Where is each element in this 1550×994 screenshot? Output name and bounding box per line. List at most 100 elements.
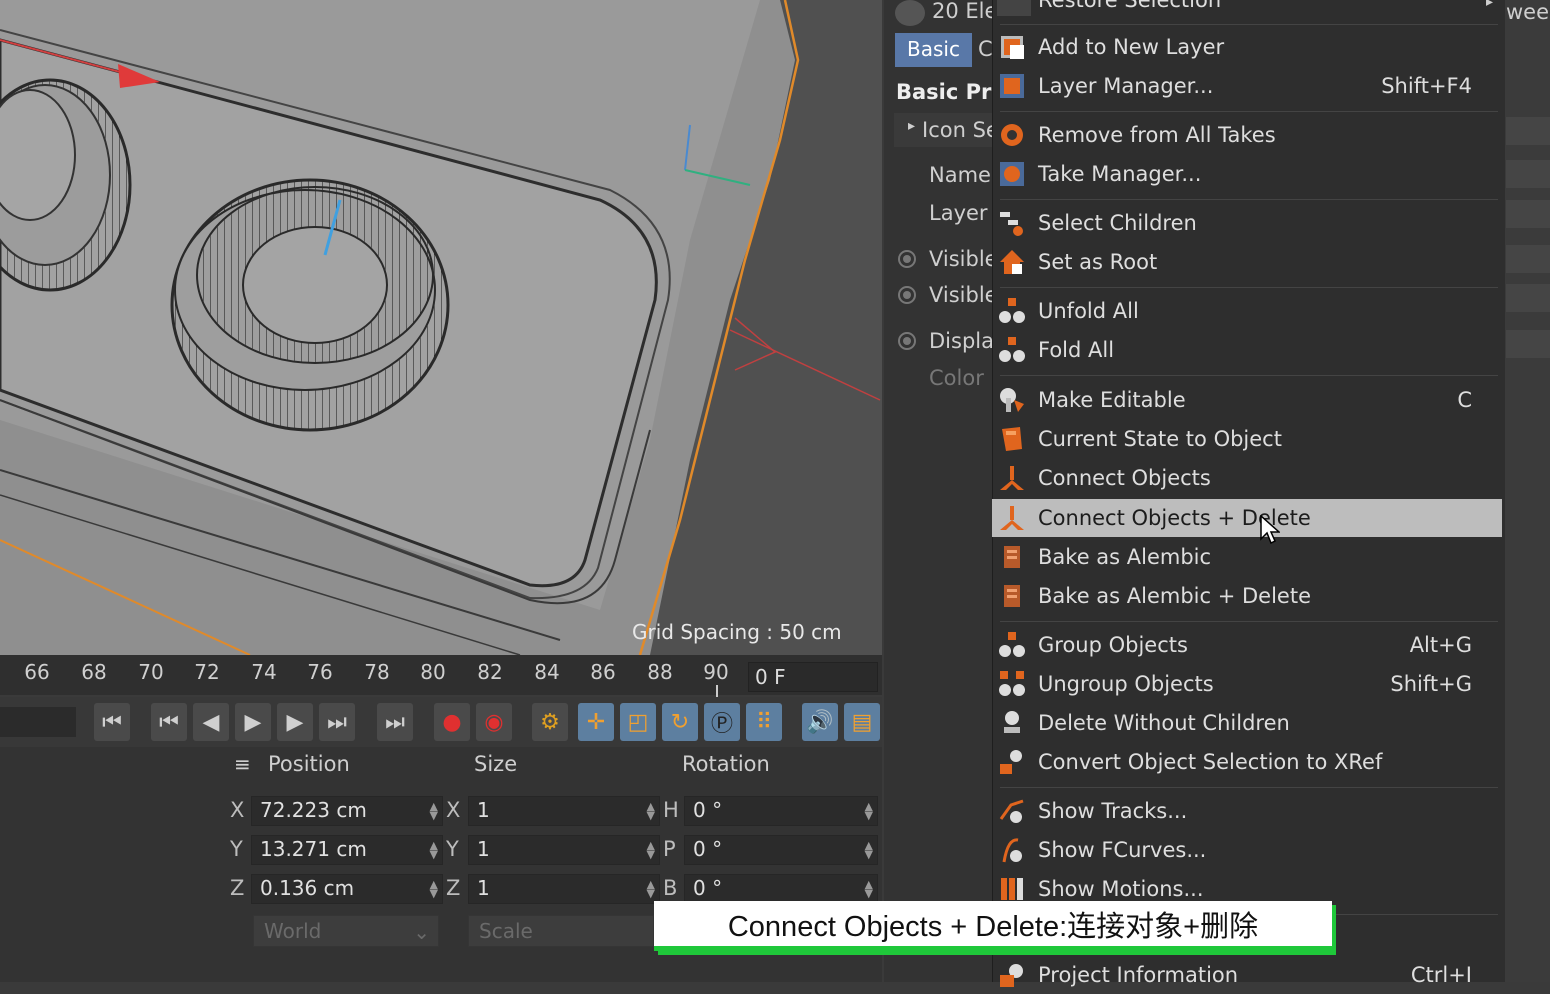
menu-item-fold-all[interactable]: Fold All <box>992 331 1502 369</box>
menu-item-make-editable[interactable]: Make Editable C <box>992 381 1502 419</box>
scale-key-icon[interactable]: ◰ <box>620 703 656 741</box>
rotate-key-icon[interactable]: ↻ <box>662 703 698 741</box>
move-key-icon[interactable]: ✛ <box>578 703 614 741</box>
size-z-field[interactable]: 1 ▲ ▼ <box>468 874 660 904</box>
grid-spacing-label: Grid Spacing : 50 cm <box>632 620 842 644</box>
spinner-icon[interactable]: ▲ ▼ <box>430 840 438 860</box>
record-keys-icon[interactable]: ● <box>434 703 470 741</box>
spinner-icon[interactable]: ▲ ▼ <box>430 801 438 821</box>
menu-item-connect-objects[interactable]: Connect Objects <box>992 459 1502 497</box>
radio-icon[interactable] <box>898 250 916 268</box>
tab-coord[interactable]: C <box>978 37 993 61</box>
video-caption: Connect Objects + Delete:连接对象+删除 <box>654 901 1332 951</box>
field-bar[interactable] <box>1506 160 1550 188</box>
prev-frame-icon[interactable]: ◀ <box>193 703 229 741</box>
spinner-icon[interactable]: ▲ ▼ <box>865 840 873 860</box>
menu-item-label: Show Tracks... <box>1038 799 1188 823</box>
menu-item-connect-objects-delete[interactable]: Connect Objects + Delete <box>992 499 1502 545</box>
spinner-icon[interactable]: ▲ ▼ <box>647 840 655 860</box>
menu-item-current-state-to-object[interactable]: Current State to Object <box>992 420 1502 458</box>
menu-item-add-to-new-layer[interactable]: Add to New Layer <box>992 28 1502 66</box>
menu-item-select-children[interactable]: Select Children <box>992 204 1502 242</box>
field-bar[interactable] <box>1506 117 1550 145</box>
size-z-value: 1 <box>477 876 490 900</box>
coord-system-select[interactable]: World ⌄ <box>253 915 439 947</box>
spinner-icon[interactable]: ▲ ▼ <box>865 879 873 899</box>
tab-basic[interactable]: Basic <box>895 33 972 67</box>
timeline-tick: 80 <box>420 660 446 684</box>
timeline-settings-icon[interactable]: ▤ <box>844 703 880 741</box>
menu-item-delete-without-children[interactable]: Delete Without Children <box>992 704 1502 742</box>
timeline-tick: 84 <box>534 660 560 684</box>
menu-item-shortcut: Shift+G <box>1390 672 1472 696</box>
menu-item-bake-as-alembic-delete[interactable]: Bake as Alembic + Delete <box>992 577 1502 615</box>
keyframe-selection-icon[interactable]: ⚙ <box>532 703 568 741</box>
parameter-key-icon[interactable]: Ⓟ <box>704 703 740 741</box>
position-y-field[interactable]: 13.271 cm ▲ ▼ <box>251 835 443 865</box>
triangle-right-icon: ▸ <box>1486 0 1494 10</box>
rot-p-label: P <box>663 837 676 861</box>
rotation-p-field[interactable]: 0 ° ▲ ▼ <box>684 835 878 865</box>
next-key-icon[interactable]: ⏭ <box>319 703 355 741</box>
go-to-end-icon[interactable]: ⏭ <box>377 703 413 741</box>
play-icon[interactable]: ▶ <box>235 703 271 741</box>
menu-item-label: Unfold All <box>1038 299 1139 323</box>
menu-item-show-tracks[interactable]: Show Tracks... <box>992 792 1502 830</box>
timeline-tick: 82 <box>477 660 503 684</box>
menu-item-take-manager[interactable]: Take Manager... <box>992 155 1502 193</box>
size-x-field[interactable]: 1 ▲ ▼ <box>468 796 660 826</box>
menu-item-layer-manager[interactable]: Layer Manager... Shift+F4 <box>992 67 1502 105</box>
triangle-right-icon[interactable]: ▸ <box>908 118 915 134</box>
position-x-field[interactable]: 72.223 cm ▲ ▼ <box>251 796 443 826</box>
viewport-scene <box>0 0 881 655</box>
size-y-field[interactable]: 1 ▲ ▼ <box>468 835 660 865</box>
menu-item-group-objects[interactable]: Group Objects Alt+G <box>992 626 1502 664</box>
menu-item-ungroup-objects[interactable]: Ungroup Objects Shift+G <box>992 665 1502 703</box>
field-bar[interactable] <box>1506 284 1550 312</box>
menu-item-convert-to-xref[interactable]: Convert Object Selection to XRef <box>992 743 1502 781</box>
point-level-icon[interactable]: ⠿ <box>746 703 782 741</box>
rotation-b-field[interactable]: 0 ° ▲ ▼ <box>684 874 878 904</box>
3d-viewport[interactable]: Grid Spacing : 50 cm <box>0 0 882 655</box>
position-z-field[interactable]: 0.136 cm ▲ ▼ <box>251 874 443 904</box>
menu-item-show-fcurves[interactable]: Show FCurves... <box>992 831 1502 869</box>
radio-icon[interactable] <box>898 286 916 304</box>
timeline-tick: 90 <box>703 660 729 684</box>
prev-key-icon[interactable]: ⏮ <box>151 703 187 741</box>
spinner-icon[interactable]: ▲ ▼ <box>647 879 655 899</box>
menu-item-bake-as-alembic[interactable]: Bake as Alembic <box>992 538 1502 576</box>
autokey-icon[interactable]: ◉ <box>476 703 512 741</box>
menu-item-label: Ungroup Objects <box>1038 672 1214 696</box>
menu-icon[interactable]: ≡ <box>234 752 251 776</box>
name-label: Name <box>929 163 991 187</box>
field-bar[interactable] <box>1506 245 1550 273</box>
project-info-icon <box>1000 964 1023 987</box>
go-to-start-icon[interactable]: ⏮ <box>94 703 130 741</box>
spinner-icon[interactable]: ▲ ▼ <box>865 801 873 821</box>
alembic-delete-icon <box>1004 585 1020 607</box>
field-bar[interactable] <box>1506 200 1550 228</box>
menu-item-unfold-all[interactable]: Unfold All <box>992 292 1502 330</box>
field-bar[interactable] <box>1506 330 1550 358</box>
min-frame-field[interactable] <box>0 707 76 737</box>
menu-item-label: Add to New Layer <box>1038 35 1225 59</box>
timeline-tick: 70 <box>138 660 164 684</box>
spinner-icon[interactable]: ▲ ▼ <box>430 879 438 899</box>
menu-item-set-as-root[interactable]: Set as Root <box>992 243 1502 281</box>
menu-item-remove-from-all-takes[interactable]: Remove from All Takes <box>992 116 1502 154</box>
coord-system-value: World <box>264 919 322 943</box>
rotation-p-value: 0 ° <box>693 837 723 861</box>
sound-icon[interactable]: 🔊 <box>802 703 838 741</box>
spinner-icon[interactable]: ▲ ▼ <box>647 801 655 821</box>
playhead[interactable] <box>716 685 718 697</box>
radio-icon[interactable] <box>898 332 916 350</box>
menu-item-project-information[interactable]: Project Information Ctrl+I <box>992 956 1502 994</box>
timeline-tick: 72 <box>194 660 220 684</box>
menu-separator <box>1000 111 1498 112</box>
size-mode-select[interactable]: Scale <box>468 915 654 947</box>
menu-item-restore-selection[interactable]: Restore Selection <box>1038 0 1221 12</box>
next-frame-icon[interactable]: ▶ <box>277 703 313 741</box>
current-frame-field[interactable]: 0 F <box>748 662 878 692</box>
rotation-h-field[interactable]: 0 ° ▲ ▼ <box>684 796 878 826</box>
home-icon <box>1000 250 1024 274</box>
